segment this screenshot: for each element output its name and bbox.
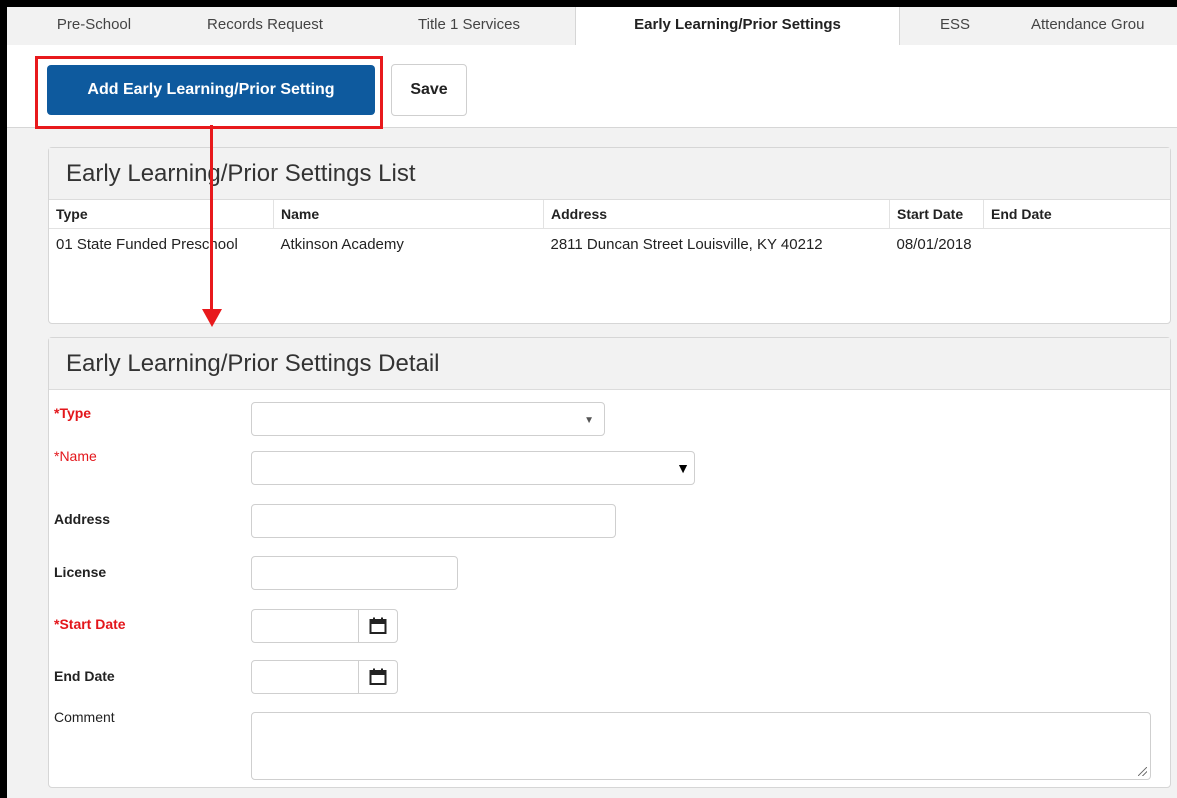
column-header-name[interactable]: Name [273, 200, 544, 229]
tab-attendance-group[interactable]: Attendance Grou [1031, 7, 1177, 45]
name-select[interactable]: ▼ [251, 451, 695, 485]
column-header-start-date[interactable]: Start Date [889, 200, 984, 229]
column-header-address[interactable]: Address [543, 200, 890, 229]
start-date-calendar-button[interactable] [358, 610, 397, 642]
address-label: Address [54, 511, 111, 527]
detail-panel-title: Early Learning/Prior Settings Detail [49, 338, 1170, 390]
save-button[interactable]: Save [391, 64, 467, 116]
cell-name: Atkinson Academy [280, 236, 404, 253]
tab-early-learning-prior-settings[interactable]: Early Learning/Prior Settings [575, 7, 900, 46]
column-header-end-date[interactable]: End Date [983, 200, 1170, 229]
name-label: *Name [54, 448, 97, 464]
cell-address: 2811 Duncan Street Louisville, KY 40212 [550, 236, 823, 253]
cell-type: 01 State Funded Preschool [56, 236, 238, 253]
detail-panel: Early Learning/Prior Settings Detail *Ty… [48, 337, 1171, 788]
tab-bar: Pre-School Records Request Title 1 Servi… [7, 7, 1177, 46]
type-label: *Type [54, 405, 92, 421]
end-date-calendar-button[interactable] [358, 661, 397, 693]
start-date-label: *Start Date [54, 616, 126, 632]
table-row[interactable]: 01 State Funded Preschool Atkinson Acade… [49, 229, 1170, 255]
cell-end-date [984, 229, 1171, 255]
annotation-arrow-line [210, 125, 213, 313]
column-header-type[interactable]: Type [49, 200, 274, 229]
calendar-icon [369, 617, 387, 634]
calendar-icon [369, 668, 387, 685]
license-input[interactable] [251, 556, 458, 590]
type-select[interactable]: ▼ [251, 402, 605, 436]
license-label: License [54, 564, 107, 580]
tab-records-request[interactable]: Records Request [187, 7, 343, 45]
tab-pre-school[interactable]: Pre-School [39, 7, 149, 45]
comment-textarea[interactable] [251, 712, 1151, 780]
resize-handle-icon[interactable] [1138, 767, 1147, 776]
tab-title-1-services[interactable]: Title 1 Services [399, 7, 539, 45]
list-panel-title: Early Learning/Prior Settings List [49, 148, 1170, 200]
toolbar: Add Early Learning/Prior Setting Save [7, 45, 1177, 129]
address-input[interactable] [251, 504, 616, 538]
dropdown-caret-icon: ▼ [584, 415, 594, 426]
end-date-input[interactable] [251, 660, 398, 694]
dropdown-caret-icon: ▼ [676, 460, 690, 476]
comment-label: Comment [54, 709, 115, 725]
start-date-input[interactable] [251, 609, 398, 643]
settings-table: Type Name Address Start Date End Date 01… [49, 200, 1170, 254]
add-early-learning-button[interactable]: Add Early Learning/Prior Setting [47, 65, 375, 115]
end-date-label: End Date [54, 668, 115, 684]
tab-ess[interactable]: ESS [925, 7, 985, 45]
list-panel: Early Learning/Prior Settings List Type … [48, 147, 1171, 324]
cell-start-date: 08/01/2018 [896, 236, 972, 253]
annotation-arrow-head [202, 309, 222, 327]
